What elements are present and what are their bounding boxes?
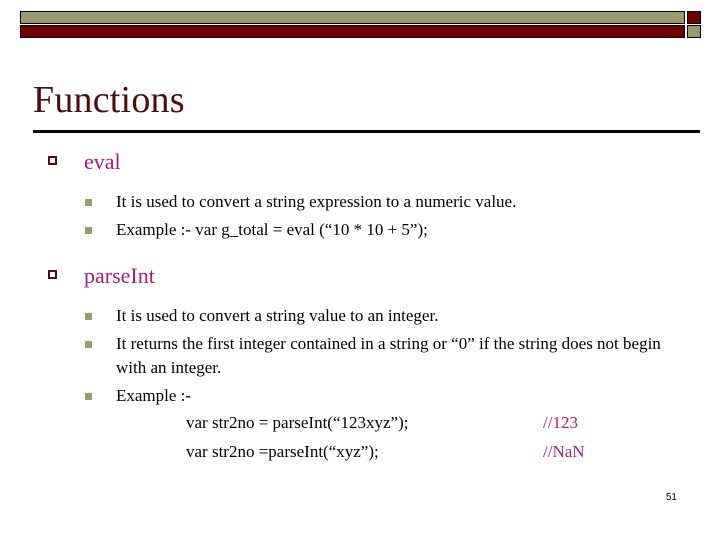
code-comment: //123 [543,413,578,432]
filled-square-bullet-icon [85,227,92,234]
bullet-level2-item: It is used to convert a string expressio… [0,190,720,214]
page-number: 51 [665,492,677,503]
bullet-level1-parseint: parseInt [0,262,720,290]
header-bar-top-square [687,11,701,24]
code-text: var str2no = parseInt(“123xyz”); [186,413,409,432]
code-example-line: var str2no =parseInt(“xyz”); //NaN [0,437,720,466]
header-bar-row-bottom [20,25,701,38]
code-text: var str2no =parseInt(“xyz”); [186,442,379,461]
slide-body: eval It is used to convert a string expr… [0,148,720,466]
hollow-square-bullet-icon [48,156,57,165]
header-bar-bottom-long [20,25,685,38]
section-eval: eval It is used to convert a string expr… [0,148,720,242]
code-comment: //NaN [543,442,585,461]
header-bar-row-top [20,11,701,24]
title-underline-rule [33,130,700,133]
filled-square-bullet-icon [85,199,92,206]
header-bar-top-long [20,11,685,24]
decorative-header-bars [20,11,701,39]
section-parseint: parseInt It is used to convert a string … [0,262,720,466]
bullet-level1-eval: eval [0,148,720,176]
bullet-text: It is used to convert a string expressio… [116,192,517,211]
filled-square-bullet-icon [85,313,92,320]
section-heading-eval: eval [84,149,121,174]
filled-square-bullet-icon [85,341,92,348]
bullet-text: It is used to convert a string value to … [116,306,439,325]
filled-square-bullet-icon [85,393,92,400]
bullet-text: Example :- var g_total = eval (“10 * 10 … [116,220,428,239]
bullet-level2-item: Example :- [0,384,720,408]
bullet-level2-item: It returns the first integer contained i… [0,332,720,380]
slide-title: Functions [33,79,185,121]
bullet-text: It returns the first integer contained i… [116,334,661,377]
code-example-line: var str2no = parseInt(“123xyz”); //123 [0,408,720,437]
bullet-level2-item: It is used to convert a string value to … [0,304,720,328]
section-heading-parseint: parseInt [84,263,155,288]
bullet-level2-item: Example :- var g_total = eval (“10 * 10 … [0,218,720,242]
hollow-square-bullet-icon [48,270,57,279]
bullet-text: Example :- [116,386,192,405]
header-bar-bottom-square [687,25,701,38]
